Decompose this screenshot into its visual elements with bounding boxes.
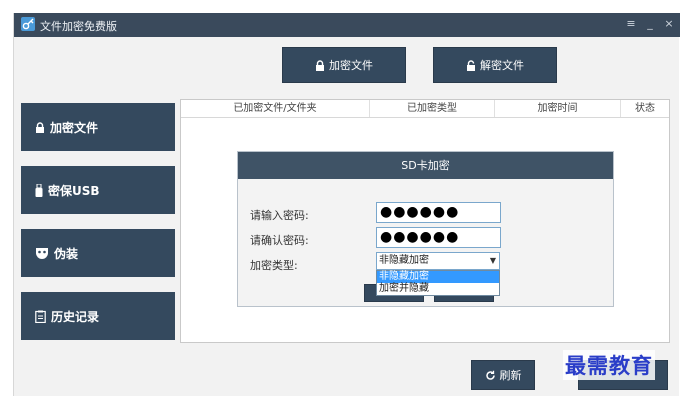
usb-icon bbox=[35, 183, 43, 197]
lock-icon bbox=[315, 59, 325, 71]
table-header: 已加密文件/文件夹 已加密类型 加密时间 状态 bbox=[181, 100, 669, 118]
sidebar-item-label: 伪装 bbox=[54, 246, 79, 261]
column-header[interactable]: 加密时间 bbox=[495, 100, 621, 117]
refresh-button[interactable]: 刷新 bbox=[471, 360, 535, 390]
sidebar-item-history[interactable]: 历史记录 bbox=[21, 292, 175, 340]
password-label: 请输入密码: bbox=[250, 209, 309, 222]
key-icon bbox=[21, 17, 35, 31]
app-window: 文件加密免费版 ≡ _ × 加密文件 解密文件 加密文件 密保USB 伪装 历史… bbox=[13, 13, 680, 396]
history-icon bbox=[35, 310, 46, 323]
sd-card-encrypt-dialog: SD卡加密 请输入密码: ●●●●●● 请确认密码: ●●●●●● 加密类型: … bbox=[237, 151, 614, 307]
sidebar-item-usb[interactable]: 密保USB bbox=[21, 166, 175, 214]
column-header[interactable]: 已加密类型 bbox=[370, 100, 495, 117]
chevron-down-icon[interactable]: ▼ bbox=[490, 253, 496, 269]
lock-icon bbox=[35, 121, 45, 133]
watermark: 最需教育 bbox=[563, 350, 655, 380]
encrypt-type-dropdown: 非隐藏加密 加密并隐藏 bbox=[376, 270, 500, 296]
encrypt-type-select[interactable]: 非隐藏加密 ▼ bbox=[376, 252, 500, 270]
title-bar: 文件加密免费版 ≡ _ × bbox=[14, 13, 680, 37]
sidebar-item-disguise[interactable]: 伪装 bbox=[21, 229, 175, 277]
encrypt-file-button[interactable]: 加密文件 bbox=[282, 47, 406, 83]
sidebar-item-encrypt-file[interactable]: 加密文件 bbox=[21, 103, 175, 151]
sidebar-item-label: 密保USB bbox=[48, 183, 100, 198]
sidebar-item-label: 加密文件 bbox=[50, 120, 99, 135]
menu-icon[interactable]: ≡ bbox=[624, 17, 638, 31]
column-header[interactable]: 已加密文件/文件夹 bbox=[181, 100, 370, 117]
confirm-password-label: 请确认密码: bbox=[250, 234, 309, 247]
window-title: 文件加密免费版 bbox=[40, 20, 117, 33]
minimize-button[interactable]: _ bbox=[643, 17, 657, 31]
refresh-icon bbox=[485, 370, 496, 381]
password-field[interactable]: ●●●●●● bbox=[376, 202, 501, 223]
dialog-title: SD卡加密 bbox=[238, 152, 613, 179]
column-header[interactable]: 状态 bbox=[621, 100, 669, 117]
confirm-password-field[interactable]: ●●●●●● bbox=[376, 227, 501, 248]
unlock-icon bbox=[466, 59, 476, 71]
dropdown-option[interactable]: 非隐藏加密 bbox=[377, 271, 499, 283]
dropdown-option[interactable]: 加密并隐藏 bbox=[377, 283, 499, 295]
refresh-label: 刷新 bbox=[499, 369, 522, 382]
decrypt-file-button[interactable]: 解密文件 bbox=[433, 47, 557, 83]
close-button[interactable]: × bbox=[662, 17, 676, 31]
mask-icon bbox=[35, 247, 49, 259]
encrypt-file-label: 加密文件 bbox=[329, 59, 373, 72]
sidebar-item-label: 历史记录 bbox=[51, 309, 100, 324]
encrypt-type-value: 非隐藏加密 bbox=[379, 255, 429, 266]
decrypt-file-label: 解密文件 bbox=[480, 59, 524, 72]
encrypt-type-label: 加密类型: bbox=[250, 259, 298, 272]
